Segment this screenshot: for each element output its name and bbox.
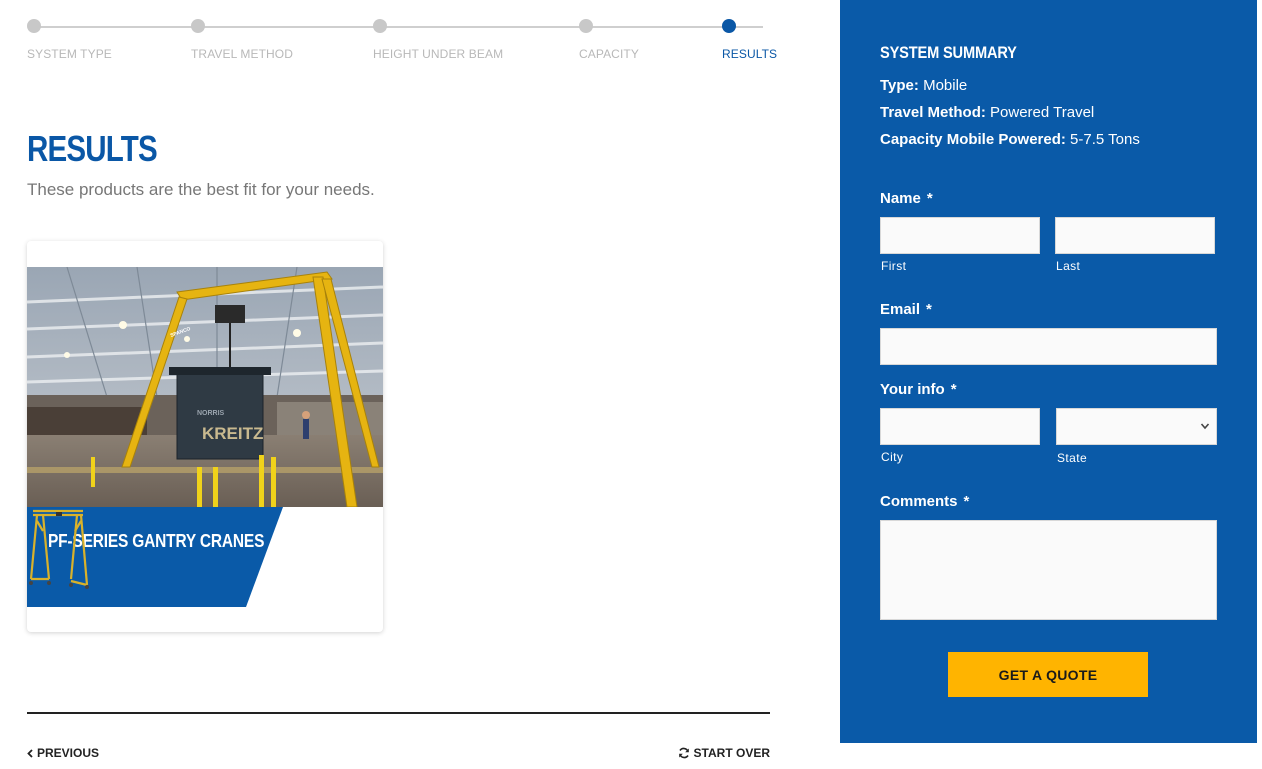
email-label: Email * bbox=[880, 301, 932, 318]
step-dot bbox=[27, 19, 41, 33]
step-dot-active bbox=[722, 19, 736, 33]
step-label: SYSTEM TYPE bbox=[27, 47, 112, 61]
step-label: CAPACITY bbox=[579, 47, 639, 61]
step-label: HEIGHT UNDER BEAM bbox=[373, 47, 504, 61]
get-a-quote-button[interactable]: GET A QUOTE bbox=[948, 652, 1148, 697]
required-mark: * bbox=[963, 493, 970, 510]
start-over-label: START OVER bbox=[693, 746, 770, 760]
photo-sign-top: NORRIS bbox=[197, 410, 225, 417]
your-info-label: Your info * bbox=[880, 381, 957, 398]
first-sub-label: First bbox=[881, 259, 907, 273]
summary-travel-value: Powered Travel bbox=[990, 104, 1095, 121]
summary-type-value: Mobile bbox=[923, 77, 968, 94]
step-dot bbox=[191, 19, 205, 33]
first-name-field[interactable] bbox=[880, 217, 1040, 254]
your-info-label-text: Your info bbox=[880, 381, 945, 398]
summary-capacity: Capacity Mobile Powered: 5-7.5 Tons bbox=[880, 131, 1140, 148]
quote-panel: SYSTEM SUMMARY Type: Mobile Travel Metho… bbox=[840, 0, 1257, 743]
email-label-text: Email bbox=[880, 301, 921, 318]
city-field[interactable] bbox=[880, 408, 1040, 445]
product-banner[interactable]: PF-SERIES GANTRY CRANES bbox=[27, 507, 383, 607]
state-select[interactable] bbox=[1056, 408, 1217, 445]
product-photo: NORRIS KREITZ SPANCO bbox=[27, 267, 383, 507]
required-mark: * bbox=[926, 301, 932, 318]
product-card[interactable]: NORRIS KREITZ SPANCO PF-SERIES GANTRY CR… bbox=[27, 241, 383, 632]
step-label: RESULTS bbox=[722, 47, 778, 61]
step-label: TRAVEL METHOD bbox=[191, 47, 293, 61]
city-sub-label: City bbox=[881, 450, 904, 464]
step-dot bbox=[373, 19, 387, 33]
name-label: Name * bbox=[880, 190, 933, 207]
previous-label: PREVIOUS bbox=[37, 746, 100, 760]
summary-title: SYSTEM SUMMARY bbox=[880, 43, 1017, 62]
previous-button[interactable]: PREVIOUS bbox=[27, 746, 99, 760]
chevron-left-icon bbox=[27, 748, 33, 758]
comments-label-text: Comments bbox=[880, 493, 958, 510]
state-sub-label: State bbox=[1057, 451, 1088, 465]
name-label-text: Name bbox=[880, 190, 921, 207]
required-mark: * bbox=[950, 381, 957, 398]
summary-travel: Travel Method: Powered Travel bbox=[880, 104, 1094, 121]
comments-label: Comments * bbox=[880, 493, 969, 510]
progress-steps: SYSTEM TYPE TRAVEL METHOD HEIGHT UNDER B… bbox=[27, 19, 777, 63]
page-title: RESULTS bbox=[27, 128, 158, 169]
progress-line bbox=[34, 26, 763, 28]
required-mark: * bbox=[926, 190, 933, 207]
email-field[interactable] bbox=[880, 328, 1217, 365]
page-subtitle: These products are the best fit for your… bbox=[27, 180, 375, 199]
chevron-down-icon bbox=[1200, 423, 1210, 430]
summary-capacity-label: Capacity Mobile Powered: bbox=[880, 131, 1066, 148]
last-sub-label: Last bbox=[1056, 259, 1081, 273]
last-name-field[interactable] bbox=[1055, 217, 1215, 254]
summary-type-label: Type: bbox=[880, 77, 919, 94]
gantry-crane-thumbnail bbox=[29, 509, 89, 589]
photo-sign-main: KREITZ bbox=[202, 424, 263, 443]
summary-capacity-value: 5-7.5 Tons bbox=[1070, 131, 1140, 148]
summary-type: Type: Mobile bbox=[880, 77, 967, 94]
refresh-icon bbox=[678, 747, 689, 759]
summary-travel-label: Travel Method: bbox=[880, 104, 986, 121]
footer-divider bbox=[27, 712, 770, 714]
step-dot bbox=[579, 19, 593, 33]
start-over-button[interactable]: START OVER bbox=[678, 746, 770, 760]
comments-textarea[interactable] bbox=[880, 520, 1217, 620]
